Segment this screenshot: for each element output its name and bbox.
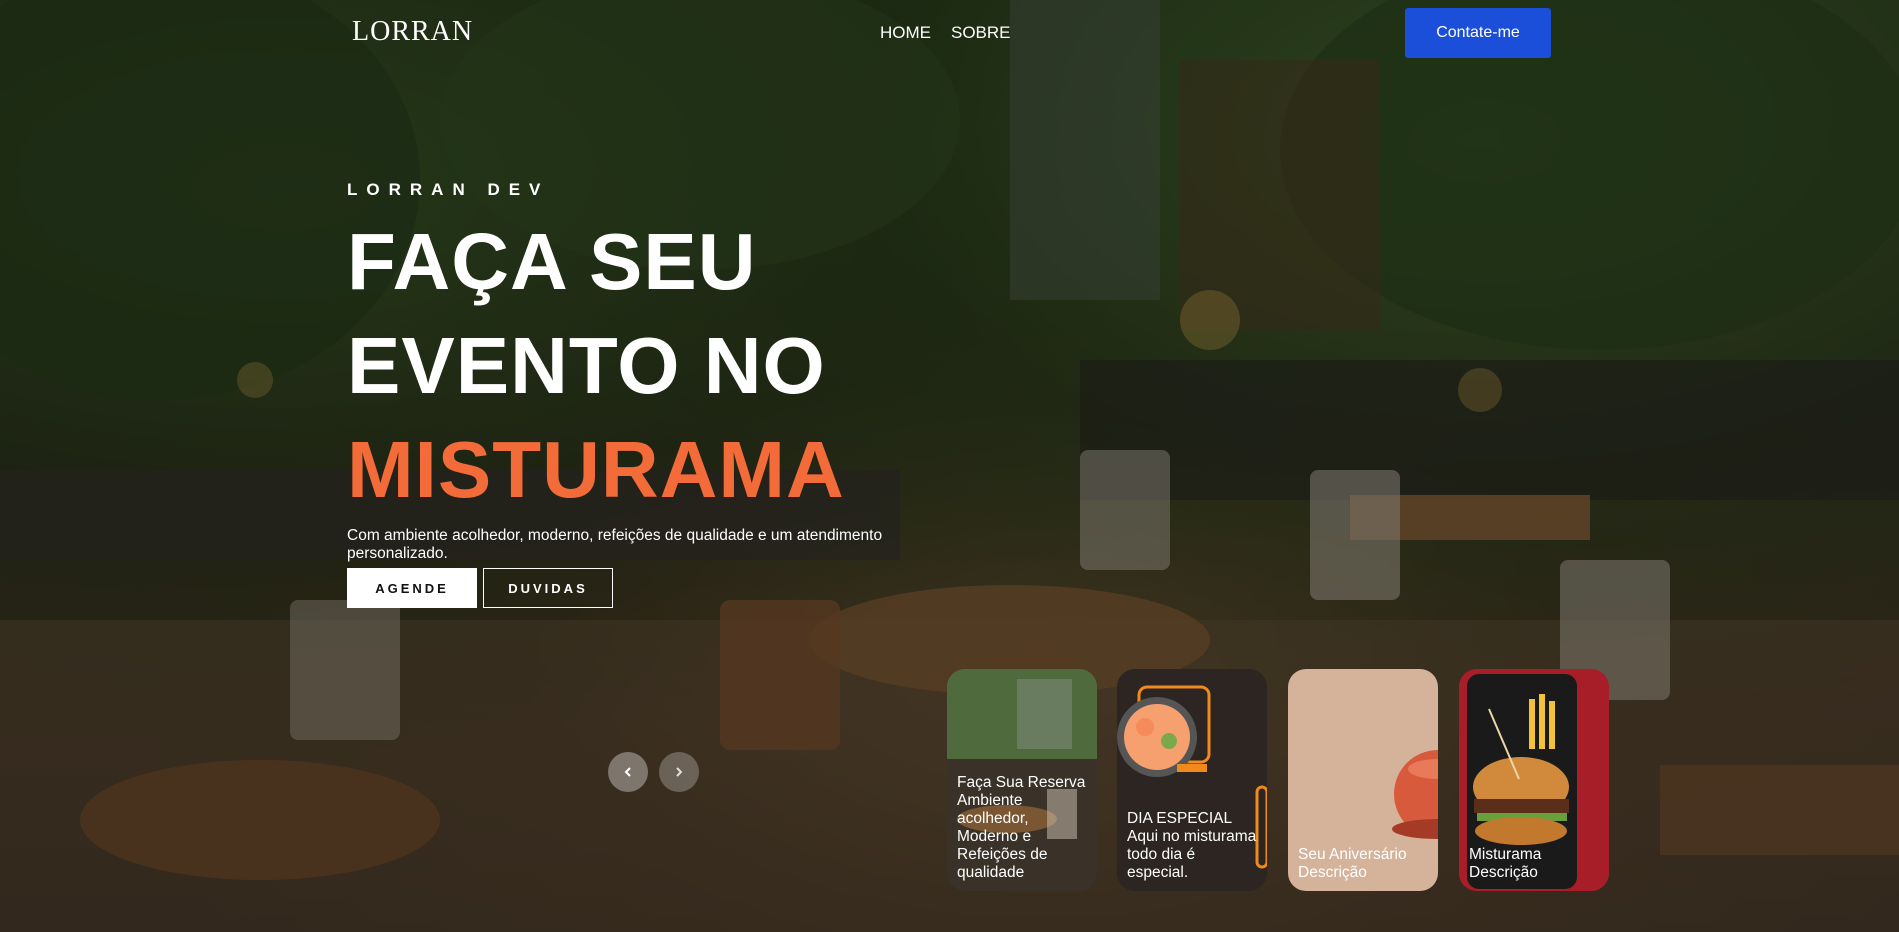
nav-sobre-link[interactable]: SOBRE — [951, 23, 1011, 43]
card-dia-especial-text: DIA ESPECIAL Aqui no misturama todo dia … — [1127, 810, 1257, 881]
card-misturama-text: Misturama Descrição — [1469, 846, 1542, 881]
hero-description: Com ambiente acolhedor, moderno, refeiçõ… — [347, 527, 883, 562]
chevron-right-icon — [676, 767, 683, 777]
card-dia-especial[interactable]: DIA ESPECIAL Aqui no misturama todo dia … — [1117, 669, 1267, 891]
slider-prev-button[interactable] — [608, 752, 648, 792]
chevron-left-icon — [624, 767, 631, 777]
headline-line-1: FAÇA SEU — [347, 217, 757, 306]
slider-next-button[interactable] — [659, 752, 699, 792]
agende-button[interactable]: AGENDE — [347, 568, 477, 608]
nav-links: HOME SOBRE — [880, 23, 1011, 43]
hero-headline: FAÇA SEU EVENTO NO MISTURAMA — [347, 210, 947, 522]
hero-content: LORRAN DEV FAÇA SEU EVENTO NO MISTURAMA … — [347, 180, 947, 579]
card-aniversario[interactable]: Seu Aniversário Descrição — [1288, 669, 1438, 891]
nav-home-link[interactable]: HOME — [880, 23, 931, 43]
duvidas-button[interactable]: DUVIDAS — [483, 568, 613, 608]
headline-line-2: EVENTO NO — [347, 321, 826, 410]
card-misturama[interactable]: Misturama Descrição — [1459, 669, 1609, 891]
headline-accent: MISTURAMA — [347, 425, 845, 514]
hero-eyebrow: LORRAN DEV — [347, 180, 550, 199]
brand-logo[interactable]: LORRAN — [352, 16, 473, 48]
card-reserva-text: Faça Sua Reserva Ambiente acolhedor, Mod… — [957, 774, 1086, 881]
feature-cards: Faça Sua Reserva Ambiente acolhedor, Mod… — [947, 669, 1609, 891]
hero-buttons: AGENDE DUVIDAS — [347, 568, 613, 608]
card-reserva[interactable]: Faça Sua Reserva Ambiente acolhedor, Mod… — [947, 669, 1097, 891]
contact-button[interactable]: Contate-me — [1405, 8, 1551, 58]
card-aniversario-text: Seu Aniversário Descrição — [1298, 846, 1407, 881]
top-navigation: LORRAN HOME SOBRE Contate-me — [0, 0, 1899, 70]
